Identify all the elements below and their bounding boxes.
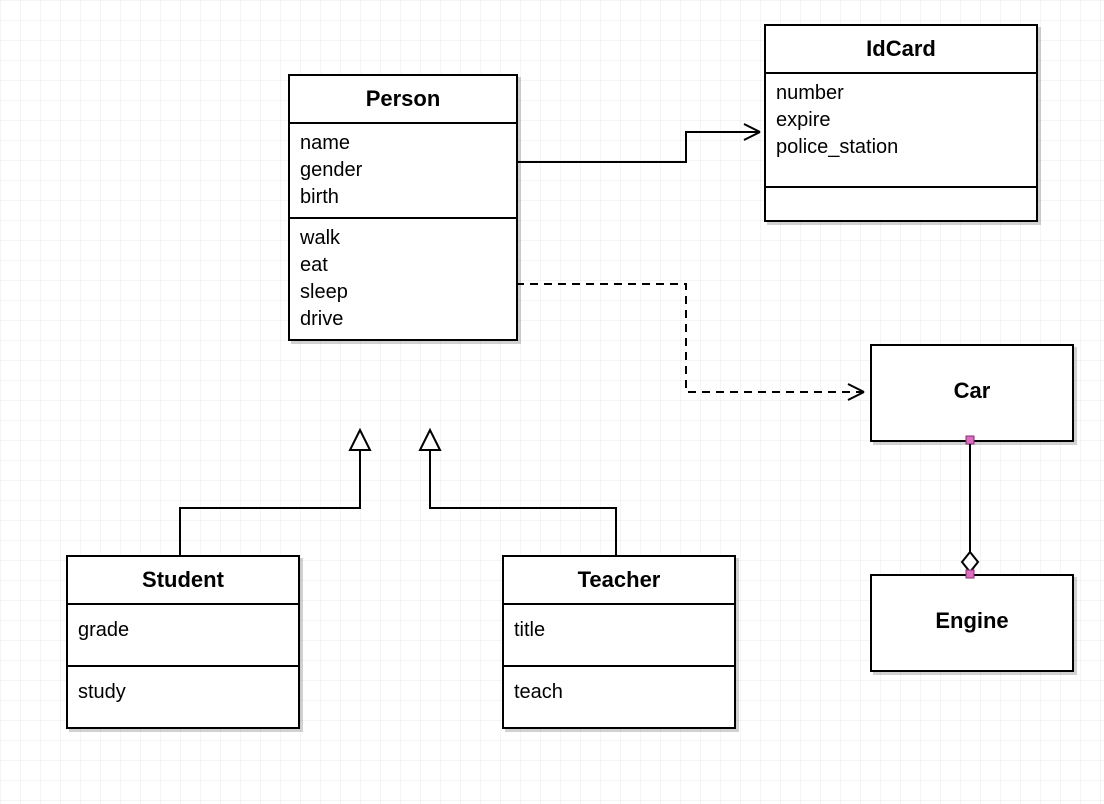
class-car-title: Car <box>872 346 1072 414</box>
class-student-methods: study <box>68 667 298 727</box>
class-person-title: Person <box>290 76 516 124</box>
class-person-attributes: namegenderbirth <box>290 124 516 219</box>
class-engine[interactable]: Engine <box>870 574 1074 672</box>
class-idcard-attributes: numberexpirepolice_station <box>766 74 1036 188</box>
class-student[interactable]: Student grade study <box>66 555 300 729</box>
class-idcard-title: IdCard <box>766 26 1036 74</box>
class-engine-title: Engine <box>872 576 1072 644</box>
class-teacher-attributes: title <box>504 605 734 667</box>
class-teacher[interactable]: Teacher title teach <box>502 555 736 729</box>
class-person-methods: walkeatsleepdrive <box>290 219 516 339</box>
class-person[interactable]: Person namegenderbirth walkeatsleepdrive <box>288 74 518 341</box>
class-idcard-methods <box>766 188 1036 220</box>
class-teacher-title: Teacher <box>504 557 734 605</box>
class-car[interactable]: Car <box>870 344 1074 442</box>
class-idcard[interactable]: IdCard numberexpirepolice_station <box>764 24 1038 222</box>
class-student-attributes: grade <box>68 605 298 667</box>
class-student-title: Student <box>68 557 298 605</box>
class-teacher-methods: teach <box>504 667 734 727</box>
